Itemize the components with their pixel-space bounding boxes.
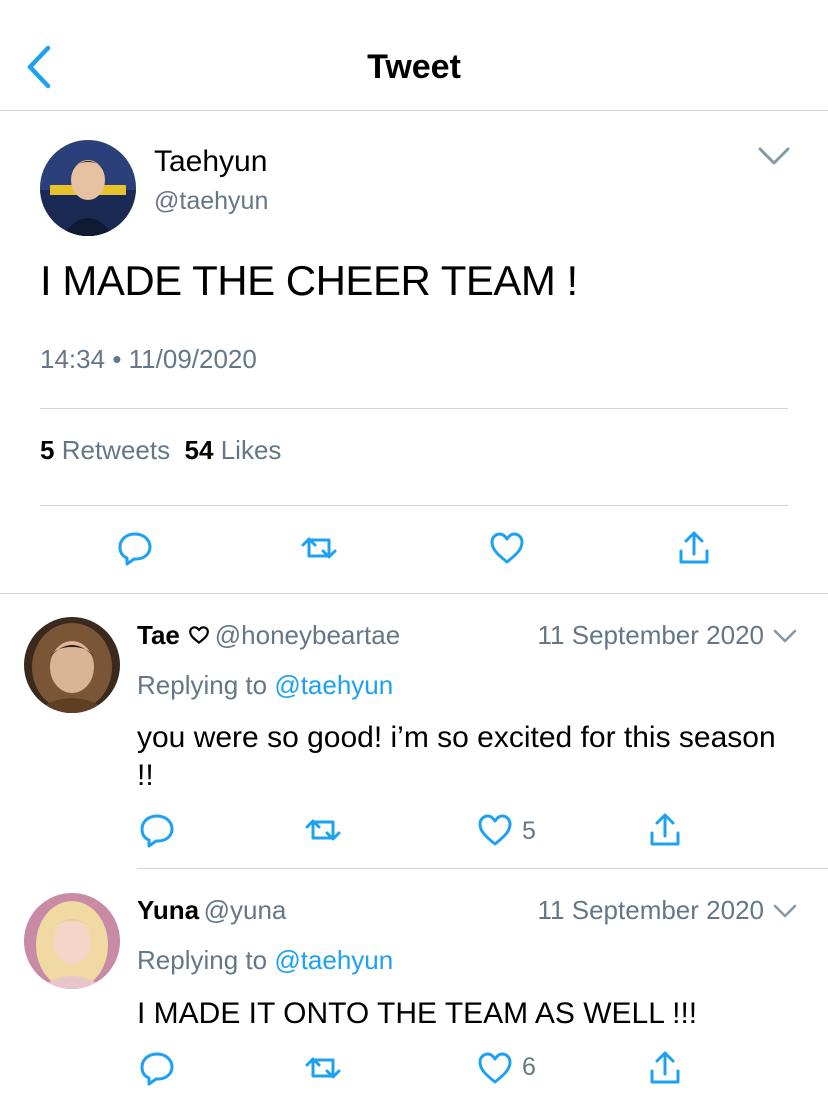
reply-button[interactable] <box>137 810 177 850</box>
divider <box>40 408 788 409</box>
reply-icon <box>140 1052 174 1086</box>
retweet-button[interactable] <box>303 810 343 850</box>
chevron-down-icon <box>773 629 797 643</box>
like-button[interactable] <box>475 1048 515 1088</box>
avatar-photo-icon <box>40 140 136 236</box>
mention-link[interactable]: @taehyun <box>274 670 393 700</box>
like-button[interactable] <box>487 528 527 568</box>
reply-author-handle[interactable]: @honeybeartae <box>215 620 400 650</box>
retweet-icon <box>305 1057 341 1079</box>
like-count: 5 <box>522 817 536 845</box>
reply-text: you were so good! i’m so excited for thi… <box>137 721 776 792</box>
share-button[interactable] <box>645 810 685 850</box>
reply-text: I MADE IT ONTO THE TEAM AS WELL !!! <box>137 997 698 1030</box>
retweets-link[interactable]: 5 Retweets <box>40 435 170 465</box>
divider <box>137 868 828 869</box>
reply-button[interactable] <box>137 1048 177 1088</box>
share-button[interactable] <box>674 528 714 568</box>
retweets-count: 5 <box>40 435 55 465</box>
page-title: Tweet <box>367 48 461 86</box>
more-options-button[interactable] <box>772 902 798 920</box>
reply-icon <box>140 814 174 848</box>
divider <box>40 505 788 506</box>
replying-to-line: Replying to @taehyun <box>137 670 393 701</box>
likes-link[interactable]: 54 Likes <box>185 435 282 465</box>
avatar-photo-icon <box>24 617 120 713</box>
tweet-timestamp: 14:34 • 11/09/2020 <box>40 344 257 375</box>
timestamp-separator: • <box>112 344 122 374</box>
more-options-button[interactable] <box>756 144 792 168</box>
mention-link[interactable]: @taehyun <box>274 945 393 975</box>
reply-author-handle[interactable]: @yuna <box>204 895 287 925</box>
heart-outline-icon <box>490 532 524 564</box>
replying-to-line: Replying to @taehyun <box>137 945 393 976</box>
author-handle[interactable]: @taehyun <box>154 187 268 216</box>
reply-header: Tae @honeybeartae <box>137 620 400 651</box>
reply-date: 11 September 2020 <box>537 895 764 925</box>
likes-count: 54 <box>184 435 214 465</box>
share-icon <box>679 531 709 564</box>
share-icon <box>650 813 680 846</box>
avatar[interactable] <box>24 617 120 713</box>
reply-date: 11 September 2020 <box>537 620 764 650</box>
tweet-text: I MADE THE CHEER TEAM ! <box>40 257 578 304</box>
replying-to-label: Replying to <box>137 670 268 700</box>
reply-button[interactable] <box>115 528 155 568</box>
more-options-button[interactable] <box>772 627 798 645</box>
heart-outline-icon <box>189 626 210 644</box>
avatar[interactable] <box>24 893 120 989</box>
retweet-button[interactable] <box>303 1048 343 1088</box>
chevron-down-icon <box>758 147 790 165</box>
heart-outline-icon <box>478 814 512 846</box>
reply-icon <box>118 532 152 566</box>
share-button[interactable] <box>645 1048 685 1088</box>
like-button[interactable] <box>475 810 515 850</box>
share-icon <box>650 1051 680 1084</box>
author-name[interactable]: Taehyun <box>154 145 267 179</box>
avatar[interactable] <box>40 140 136 236</box>
reply-header: Yuna @yuna <box>137 895 286 926</box>
retweet-icon <box>305 819 341 841</box>
divider <box>0 593 828 594</box>
replying-to-label: Replying to <box>137 945 268 975</box>
avatar-photo-icon <box>24 893 120 989</box>
reply-author-name[interactable]: Tae <box>137 620 180 650</box>
reply-author-name[interactable]: Yuna <box>137 895 199 925</box>
tweet-stats: 5 Retweets 54 Likes <box>40 435 281 466</box>
likes-label: Likes <box>220 435 282 465</box>
tweet-date: 11/09/2020 <box>128 344 257 374</box>
heart-outline-icon <box>478 1052 512 1084</box>
retweets-label: Retweets <box>61 435 171 465</box>
tweet-time: 14:34 <box>40 344 106 374</box>
retweet-button[interactable] <box>299 528 339 568</box>
like-count: 6 <box>522 1053 536 1081</box>
chevron-down-icon <box>773 904 797 918</box>
retweet-icon <box>301 537 337 559</box>
